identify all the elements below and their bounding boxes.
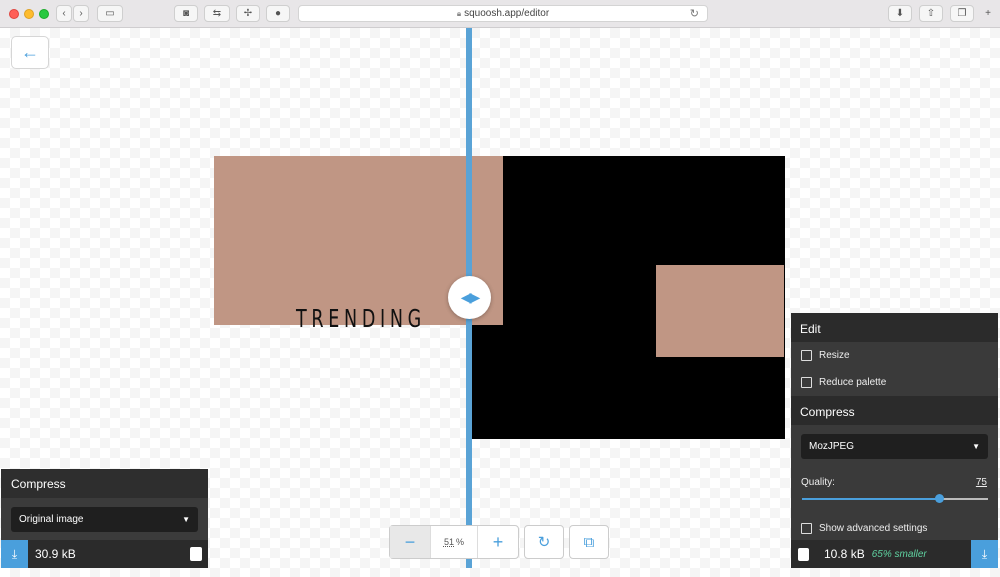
quality-slider[interactable] [802, 494, 988, 503]
quality-label: Quality: [801, 477, 835, 488]
split-handle[interactable]: ◀▶ [448, 276, 491, 319]
split-arrows-icon: ◀▶ [460, 289, 480, 305]
zoom-unit: % [456, 537, 465, 547]
tabs-icon: ❐ [957, 8, 967, 19]
shield-icon: ● [274, 8, 282, 19]
url-bar[interactable]: 🔒︎ squoosh.app/editor ↻ [298, 5, 708, 22]
left-codec-select[interactable]: Original image ▼ [11, 507, 198, 532]
quality-value[interactable]: 75 [976, 477, 987, 488]
copy-settings-icon[interactable] [798, 547, 809, 561]
share-icon: ⇧ [926, 8, 936, 19]
savings-label: 65% smaller [871, 548, 927, 560]
extension-button-1[interactable]: ◙ [174, 5, 198, 22]
back-button[interactable]: ← [11, 36, 49, 69]
compress-section-title: Compress [791, 396, 998, 425]
codec-select[interactable]: MozJPEG ▼ [801, 434, 988, 459]
compressed-image-tan-rect [656, 265, 784, 357]
extension-button-3[interactable]: ✢ [236, 5, 260, 22]
reduce-palette-option[interactable]: Reduce palette [791, 369, 998, 395]
edit-section-title: Edit [791, 313, 998, 342]
sidebar-toggle-button[interactable]: ▭ [97, 5, 123, 22]
new-tab-button[interactable]: + [980, 5, 996, 22]
advanced-settings-checkbox[interactable] [801, 522, 812, 534]
swap-icon: ⇆ [212, 8, 222, 19]
minus-icon: − [404, 531, 416, 552]
advanced-settings-option[interactable]: Show advanced settings [791, 515, 998, 541]
quality-slider-fill [802, 498, 939, 500]
zoom-level[interactable]: 51 % [430, 526, 478, 558]
browser-toolbar: ‹ › ▭ ◙ ⇆ ✢ ● 🔒︎ squoosh.app/editor ↻ ⬇ … [0, 0, 1000, 28]
sidebar-icon: ▭ [105, 8, 115, 19]
window-maximize-button[interactable] [39, 9, 49, 19]
background-toggle-icon: ⧉ [583, 533, 595, 551]
arrow-left-icon: ← [21, 42, 39, 62]
forward-nav-button[interactable]: › [73, 5, 89, 22]
chevron-right-icon: › [79, 8, 83, 19]
resize-checkbox[interactable] [801, 349, 812, 361]
url-text: squoosh.app/editor [464, 8, 550, 19]
rotate-button[interactable]: ↻ [524, 525, 564, 559]
left-panel-body: Original image ▼ [1, 498, 208, 540]
caret-down-icon: ▼ [972, 442, 980, 451]
left-file-size: 30.9 kB [35, 547, 76, 561]
zoom-value: 51 [443, 537, 454, 547]
extension-button-2[interactable]: ⇆ [204, 5, 230, 22]
zoom-controls: − 51 % + [389, 525, 519, 559]
reduce-palette-checkbox[interactable] [801, 376, 812, 388]
reload-icon[interactable]: ↻ [690, 7, 699, 20]
codec-value: MozJPEG [809, 441, 855, 452]
reduce-palette-label: Reduce palette [819, 376, 887, 388]
downloads-button[interactable]: ⬇ [888, 5, 912, 22]
back-nav-button[interactable]: ‹ [56, 5, 72, 22]
tabs-button[interactable]: ❐ [950, 5, 974, 22]
plus-icon: + [492, 531, 504, 552]
window-close-button[interactable] [9, 9, 19, 19]
resize-option[interactable]: Resize [791, 342, 998, 368]
left-panel-title: Compress [1, 469, 208, 498]
chevron-left-icon: ‹ [62, 8, 66, 19]
left-copy-settings-icon[interactable] [190, 547, 202, 561]
compressed-file-size: 10.8 kB [824, 547, 865, 561]
camera-icon: ◙ [182, 8, 190, 19]
download-icon: ⤓ [11, 546, 18, 561]
plus-icon: + [985, 8, 991, 19]
left-download-button[interactable]: ⤓ [1, 540, 28, 568]
download-icon: ⤓ [981, 546, 988, 561]
right-options-panel: Edit Resize Reduce palette Compress MozJ… [791, 313, 998, 568]
quality-slider-thumb[interactable] [935, 494, 944, 503]
zoom-out-button[interactable]: − [390, 526, 430, 558]
left-panel-footer: ⤓ 30.9 kB [1, 540, 208, 568]
extension-button-4[interactable]: ● [266, 5, 290, 22]
image-text-trending: TRENDING [296, 304, 426, 333]
right-panel-footer: 10.8 kB 65% smaller ⤓ [791, 540, 998, 568]
advanced-settings-label: Show advanced settings [819, 522, 928, 534]
accessibility-icon: ✢ [243, 8, 253, 19]
background-toggle-button[interactable]: ⧉ [569, 525, 609, 559]
window-minimize-button[interactable] [24, 9, 34, 19]
zoom-in-button[interactable]: + [478, 526, 518, 558]
left-codec-value: Original image [19, 514, 84, 525]
rotate-icon: ↻ [537, 534, 551, 551]
caret-down-icon: ▼ [182, 515, 190, 524]
app-root: ‹ › ▭ ◙ ⇆ ✢ ● 🔒︎ squoosh.app/editor ↻ ⬇ … [0, 0, 1000, 577]
original-image-panel [214, 156, 470, 325]
lock-icon: 🔒︎ [456, 8, 462, 18]
left-options-panel: Compress Original image ▼ ⤓ 30.9 kB [1, 469, 208, 568]
share-button[interactable]: ⇧ [919, 5, 943, 22]
download-button[interactable]: ⤓ [971, 540, 998, 568]
download-circle-icon: ⬇ [895, 8, 905, 19]
resize-label: Resize [819, 349, 850, 361]
